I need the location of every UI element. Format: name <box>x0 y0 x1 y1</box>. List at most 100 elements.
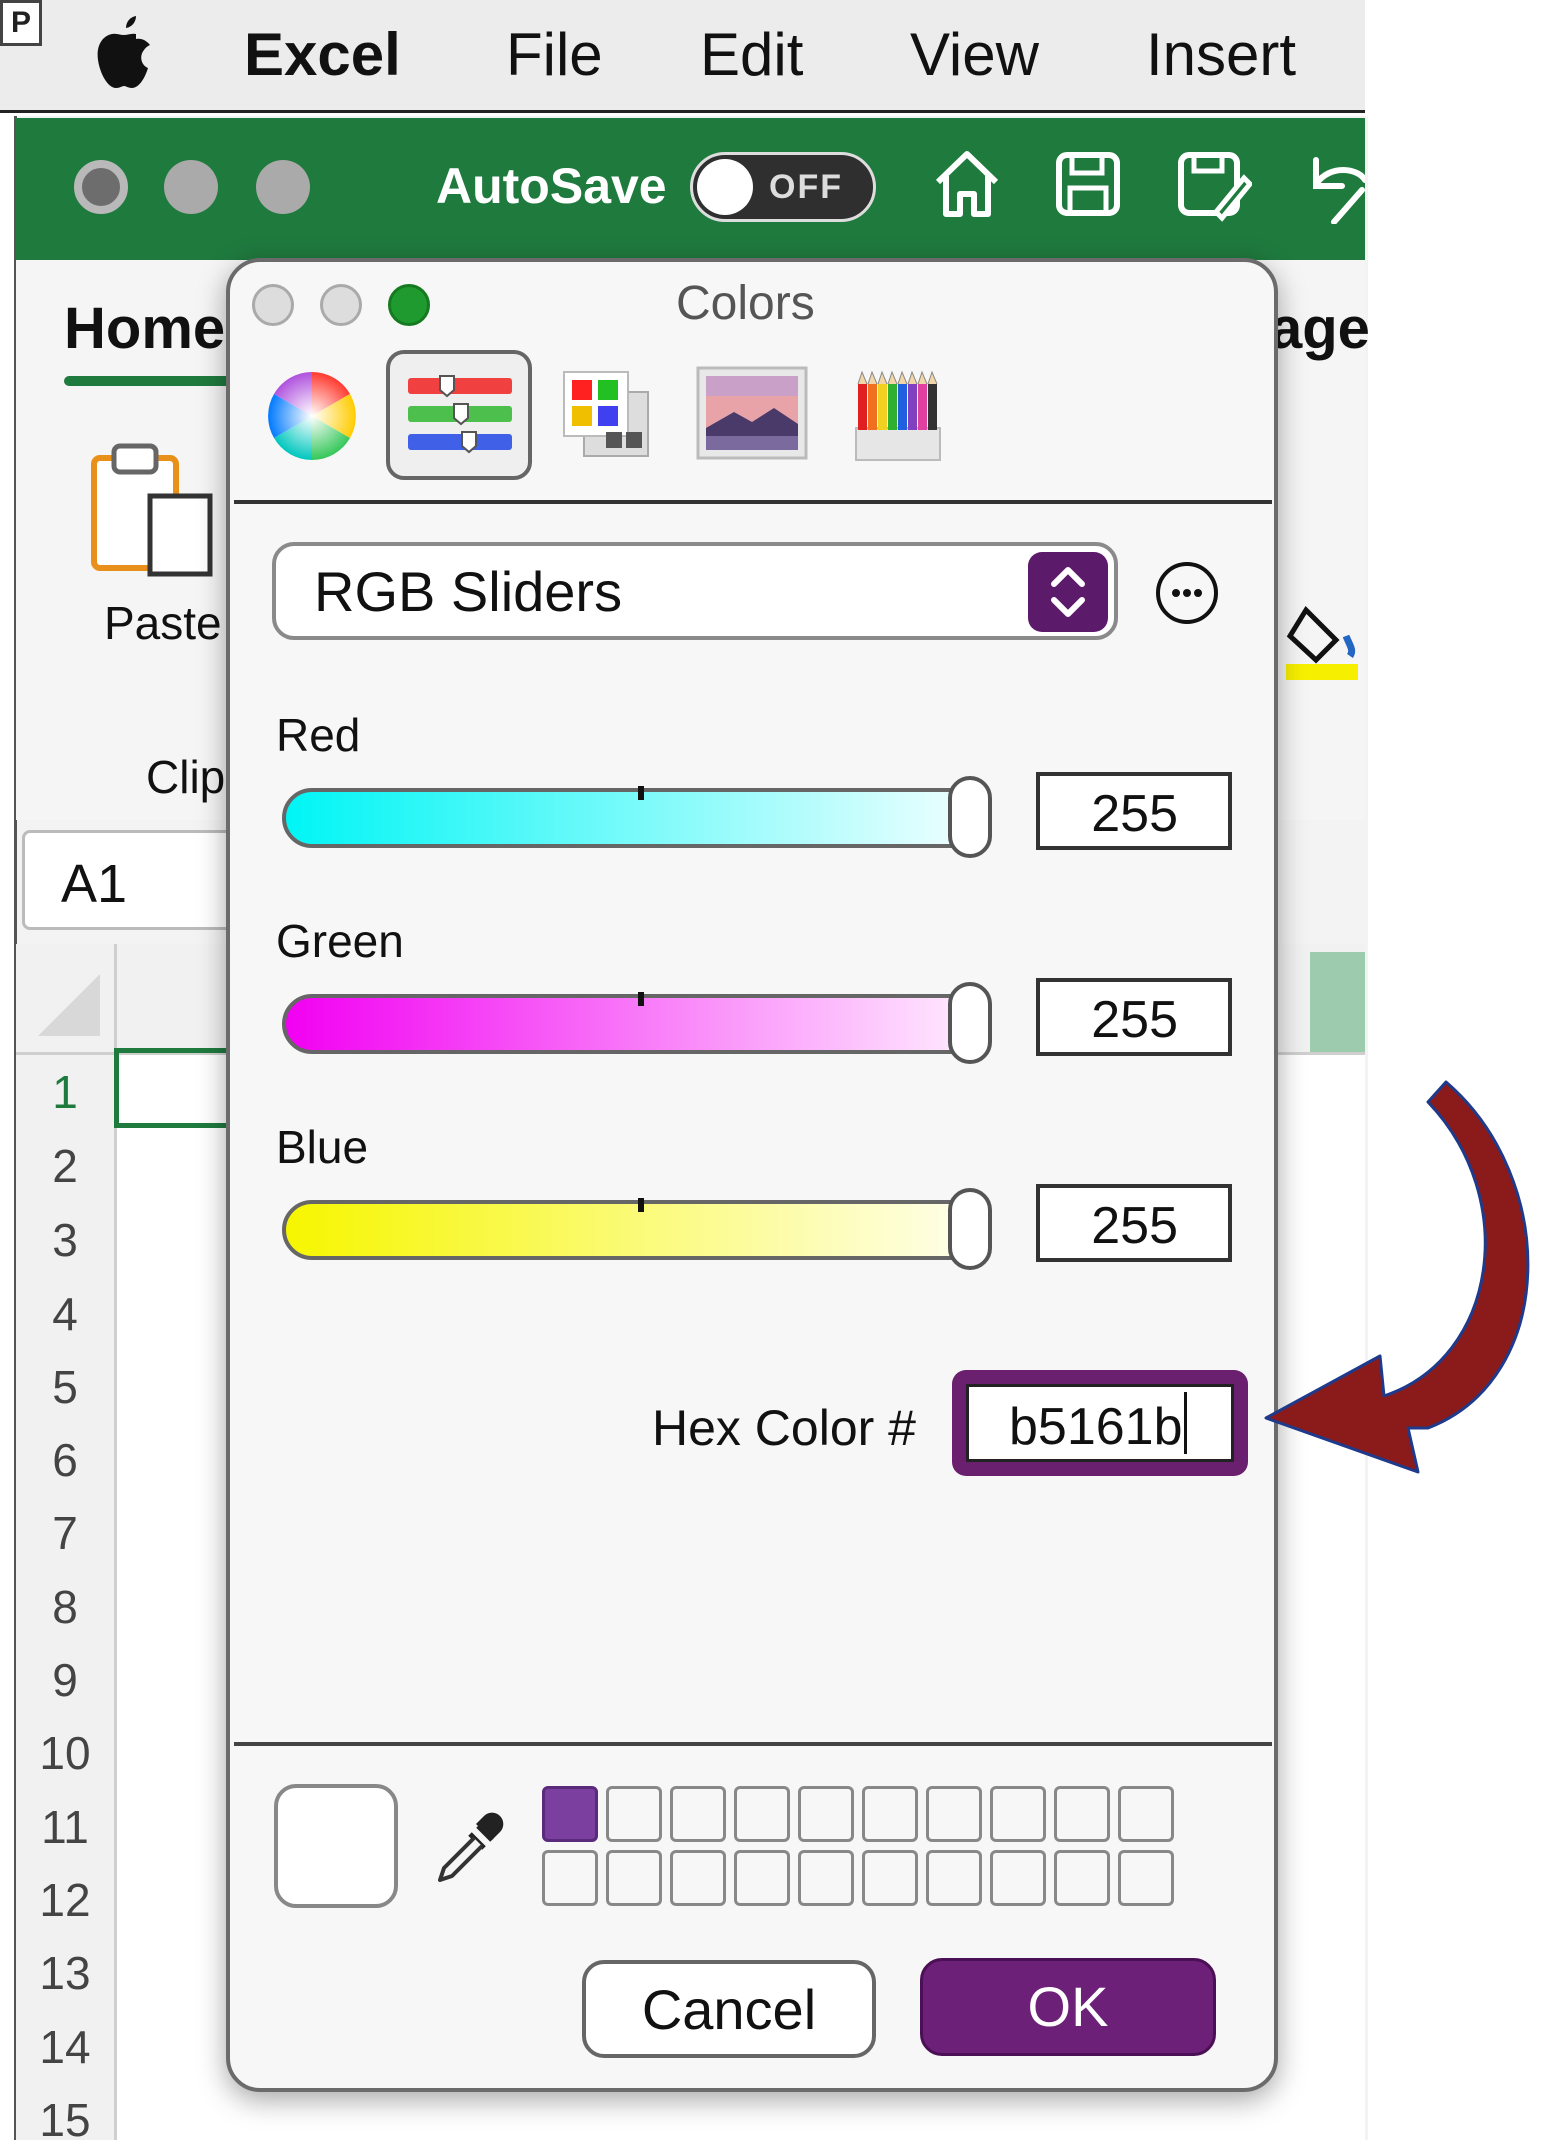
menu-edit[interactable]: Edit <box>700 18 803 92</box>
cancel-button[interactable]: Cancel <box>582 1960 876 2058</box>
color-wheel-icon[interactable] <box>264 368 360 464</box>
green-slider-label: Green <box>276 915 404 967</box>
row-header-6[interactable]: 6 <box>16 1430 114 1490</box>
row-header-15[interactable]: 15 <box>16 2090 114 2150</box>
current-color-swatch[interactable] <box>274 1784 398 1908</box>
fill-color-icon[interactable] <box>1286 600 1365 680</box>
blue-slider-thumb[interactable] <box>948 1188 992 1270</box>
paste-label: Paste <box>104 597 222 649</box>
row-header-14[interactable]: 14 <box>16 2017 114 2077</box>
menu-app-excel[interactable]: Excel <box>244 18 401 92</box>
excel-minimize-button[interactable] <box>164 160 218 214</box>
selected-column-header[interactable] <box>1310 952 1365 1052</box>
row-header-13[interactable]: 13 <box>16 1943 114 2003</box>
green-slider-thumb[interactable] <box>948 982 992 1064</box>
undo-icon[interactable] <box>1306 150 1365 224</box>
apple-logo-icon[interactable] <box>92 14 156 92</box>
color-well[interactable] <box>670 1850 726 1906</box>
dialog-minimize-button[interactable] <box>320 284 362 326</box>
row-header-8[interactable]: 8 <box>16 1577 114 1637</box>
blue-value-field[interactable]: 255 <box>1036 1184 1232 1262</box>
color-well[interactable] <box>1054 1850 1110 1906</box>
color-well[interactable] <box>734 1786 790 1842</box>
color-well[interactable] <box>734 1850 790 1906</box>
hex-color-input[interactable]: b5161b <box>966 1384 1234 1462</box>
ok-button[interactable]: OK <box>920 1958 1216 2056</box>
row-header-10[interactable]: 10 <box>16 1723 114 1783</box>
tab-home[interactable]: Home <box>64 296 225 362</box>
palettes-icon[interactable] <box>560 368 652 460</box>
row-header-11[interactable]: 11 <box>16 1797 114 1857</box>
excel-close-button[interactable] <box>74 160 128 214</box>
color-mode-value: RGB Sliders <box>314 560 623 623</box>
color-well[interactable] <box>798 1786 854 1842</box>
paste-icon[interactable] <box>88 438 218 578</box>
red-slider-thumb[interactable] <box>948 776 992 858</box>
tab-home-underline <box>64 376 240 386</box>
color-well[interactable] <box>798 1850 854 1906</box>
home-icon[interactable] <box>932 148 1002 220</box>
color-mode-popup[interactable]: RGB Sliders <box>272 542 1118 640</box>
dialog-title: Colors <box>676 277 815 330</box>
green-slider-track[interactable] <box>282 992 990 1054</box>
menu-file[interactable]: File <box>506 18 603 92</box>
save-icon[interactable] <box>1054 150 1122 218</box>
excel-zoom-button[interactable] <box>256 160 310 214</box>
row-header-1[interactable]: 1 <box>16 1062 114 1122</box>
color-well[interactable] <box>606 1850 662 1906</box>
save-as-icon[interactable] <box>1176 148 1252 222</box>
color-well[interactable] <box>862 1786 918 1842</box>
row-header-4[interactable]: 4 <box>16 1284 114 1344</box>
app-badge: P <box>0 0 42 46</box>
select-all-icon <box>38 974 100 1036</box>
blue-slider-label: Blue <box>276 1121 369 1173</box>
toggle-state: OFF <box>769 168 843 206</box>
dialog-footer-separator <box>234 1742 1272 1746</box>
red-value-field[interactable]: 255 <box>1036 772 1232 850</box>
color-well[interactable] <box>606 1786 662 1842</box>
green-value-field[interactable]: 255 <box>1036 978 1232 1056</box>
green-value: 255 <box>1091 991 1178 1049</box>
row-header-2[interactable]: 2 <box>16 1136 114 1196</box>
red-slider-track[interactable] <box>282 786 990 848</box>
color-well[interactable] <box>1118 1786 1174 1842</box>
row-header-12[interactable]: 12 <box>16 1870 114 1930</box>
sliders-icon <box>408 375 512 454</box>
color-well[interactable] <box>926 1850 982 1906</box>
color-well[interactable] <box>1118 1850 1174 1906</box>
eyedropper-icon[interactable] <box>432 1810 508 1886</box>
autosave-label: AutoSave <box>436 158 667 214</box>
color-well[interactable] <box>990 1786 1046 1842</box>
menu-insert[interactable]: Insert <box>1146 18 1296 92</box>
color-well[interactable] <box>542 1850 598 1906</box>
red-value: 255 <box>1091 785 1178 843</box>
row-header-9[interactable]: 9 <box>16 1650 114 1710</box>
more-options-icon[interactable] <box>1156 562 1218 624</box>
hex-color-field[interactable]: b5161b <box>952 1370 1248 1476</box>
color-well[interactable] <box>926 1786 982 1842</box>
pencils-icon[interactable] <box>852 366 942 462</box>
text-caret <box>1184 1392 1187 1454</box>
dialog-toolbar-separator <box>234 500 1272 504</box>
color-well[interactable] <box>990 1850 1046 1906</box>
tab-page-layout-fragment[interactable]: age <box>1270 296 1370 362</box>
clipboard-group-label: Clip <box>146 751 226 803</box>
menu-view[interactable]: View <box>910 18 1039 92</box>
blue-slider-track[interactable] <box>282 1198 990 1260</box>
popup-stepper[interactable] <box>1028 552 1108 632</box>
select-all-corner[interactable] <box>16 944 114 1055</box>
image-palette-icon[interactable] <box>696 366 808 460</box>
color-well[interactable] <box>670 1786 726 1842</box>
row-header-3[interactable]: 3 <box>16 1210 114 1270</box>
color-well[interactable] <box>542 1786 598 1842</box>
dialog-close-button[interactable] <box>252 284 294 326</box>
color-well[interactable] <box>1054 1786 1110 1842</box>
dialog-zoom-button[interactable] <box>388 284 430 326</box>
green-slider-midpoint <box>638 992 644 1006</box>
color-well[interactable] <box>862 1850 918 1906</box>
hex-color-label: Hex Color # <box>652 1400 916 1456</box>
chevron-up-down-icon <box>1051 567 1085 617</box>
row-header-5[interactable]: 5 <box>16 1357 114 1417</box>
row-header-7[interactable]: 7 <box>16 1503 114 1563</box>
autosave-toggle[interactable]: OFF <box>690 152 876 222</box>
